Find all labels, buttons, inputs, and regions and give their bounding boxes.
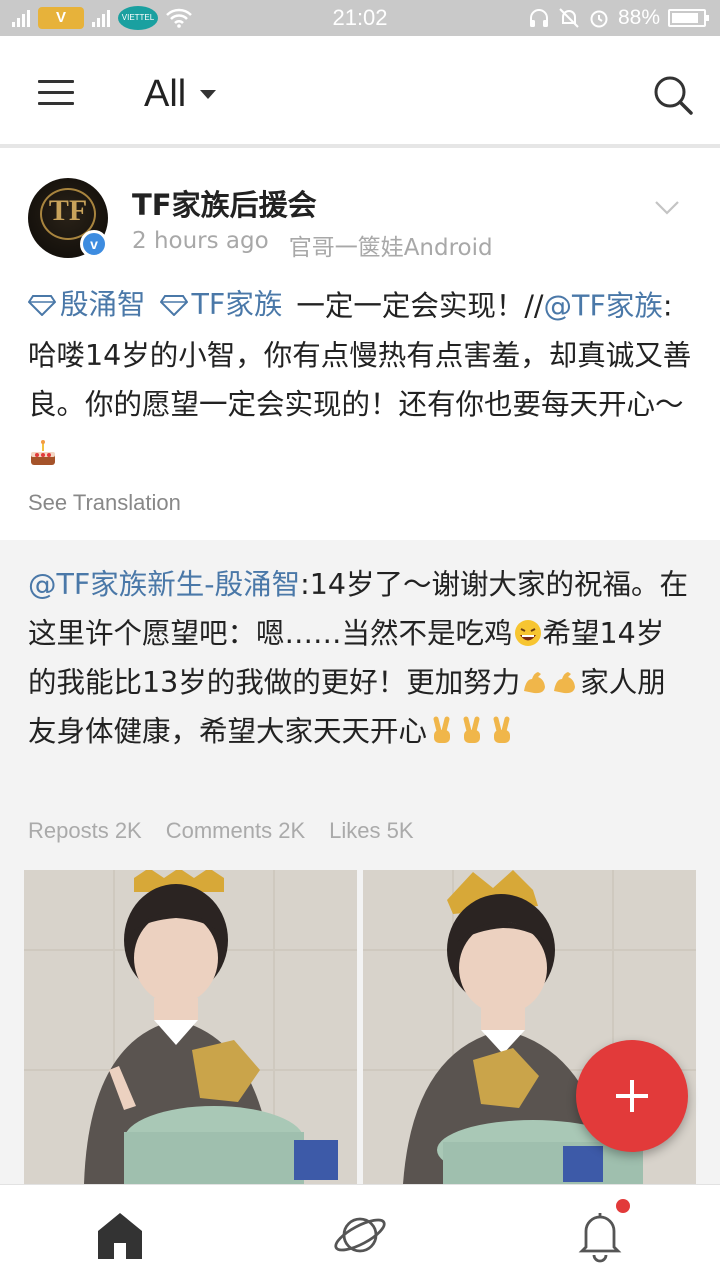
muscle-emoji bbox=[554, 672, 576, 694]
topic-tag-1-label: 殷涌智 bbox=[60, 288, 146, 321]
photo-1[interactable] bbox=[24, 870, 357, 1184]
author-name[interactable]: TF家族后援会 bbox=[132, 182, 317, 224]
chevron-down-icon[interactable] bbox=[654, 194, 680, 220]
mute-bell-icon bbox=[559, 8, 579, 28]
laughing-emoji bbox=[514, 620, 541, 646]
post-time: 2 hours ago bbox=[132, 228, 269, 254]
victory-emoji bbox=[493, 716, 511, 743]
bottom-navigation bbox=[0, 1184, 720, 1280]
search-icon[interactable] bbox=[652, 74, 694, 116]
battery-percent: 88% bbox=[617, 6, 660, 29]
status-bar: V VIETTEL 21:02 88% bbox=[0, 0, 720, 36]
comments-count[interactable]: Comments 2K bbox=[166, 818, 305, 844]
repost-text: @TF家族新生-殷涌智:14岁了～谢谢大家的祝福。在这里许个愿望吧：嗯……当然不… bbox=[28, 560, 692, 756]
post-text-a: 一定一定会实现！// bbox=[296, 289, 544, 323]
diamond-icon bbox=[159, 294, 188, 316]
alarm-icon bbox=[590, 10, 608, 28]
compose-fab-plus-icon[interactable] bbox=[576, 1040, 688, 1152]
feed-filter-label: All bbox=[144, 72, 187, 115]
avatar-monogram: TF bbox=[48, 194, 88, 227]
verified-icon: v bbox=[80, 230, 108, 258]
topic-tag-1[interactable]: 殷涌智 bbox=[28, 280, 146, 329]
victory-emoji bbox=[463, 716, 481, 743]
menu-icon[interactable] bbox=[38, 80, 74, 106]
likes-count[interactable]: Likes 5K bbox=[329, 818, 413, 844]
diamond-icon bbox=[28, 294, 56, 316]
engagement-stats: Reposts 2K Comments 2K Likes 5K bbox=[28, 818, 414, 844]
post-card[interactable]: TF v TF家族后援会 2 hours ago 官哥一箧娃Android 殷涌… bbox=[0, 152, 720, 540]
home-icon[interactable] bbox=[92, 1207, 148, 1263]
mention-link-1[interactable]: @TF家族 bbox=[544, 290, 663, 323]
see-translation-link[interactable]: See Translation bbox=[28, 490, 181, 516]
headphones-icon bbox=[529, 9, 548, 27]
cake-emoji bbox=[31, 439, 55, 465]
caret-down-icon bbox=[200, 89, 217, 99]
bell-icon[interactable] bbox=[572, 1207, 628, 1263]
status-right: 88% bbox=[528, 0, 709, 36]
post-text: 殷涌智 TF家族 一定一定会实现！//@TF家族:哈喽14岁的小智，你有点慢热有… bbox=[28, 280, 692, 478]
battery-icon bbox=[668, 9, 709, 27]
planet-icon[interactable] bbox=[332, 1207, 388, 1263]
post-meta: 2 hours ago 官哥一箧娃Android bbox=[132, 228, 493, 262]
reposts-count[interactable]: Reposts 2K bbox=[28, 818, 142, 844]
top-app-bar: All bbox=[0, 36, 720, 148]
muscle-emoji bbox=[524, 672, 546, 694]
feed-filter-dropdown[interactable]: All bbox=[144, 70, 217, 118]
notification-badge bbox=[616, 1199, 630, 1213]
photo-1-image bbox=[24, 870, 357, 1184]
post-source: 官哥一箧娃Android bbox=[288, 235, 493, 261]
victory-emoji bbox=[433, 716, 451, 743]
topic-tag-2[interactable]: TF家族 bbox=[159, 280, 283, 329]
topic-tag-2-label: TF家族 bbox=[191, 288, 283, 321]
repost-author-mention[interactable]: @TF家族新生-殷涌智 bbox=[28, 568, 300, 601]
